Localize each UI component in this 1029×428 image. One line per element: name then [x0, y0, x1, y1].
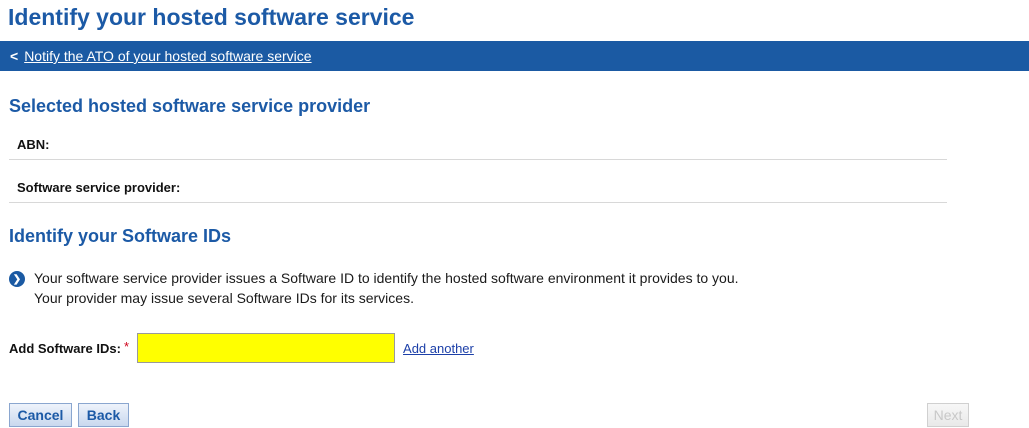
provider-section-title: Selected hosted software service provide…	[9, 96, 371, 116]
provider-label: Software service provider:	[17, 179, 181, 195]
next-button[interactable]: Next	[927, 403, 969, 427]
add-another-link[interactable]: Add another	[403, 341, 474, 356]
add-software-ids-label: Add Software IDs:	[9, 340, 121, 356]
page-title: Identify your hosted software service	[8, 4, 415, 30]
required-marker: *	[123, 338, 130, 354]
info-text-line-2: Your provider may issue several Software…	[34, 290, 414, 306]
abn-label: ABN:	[17, 136, 50, 152]
breadcrumb-bar: < Notify the ATO of your hosted software…	[0, 41, 1029, 71]
software-id-input[interactable]	[137, 333, 396, 363]
chevron-left-icon: <	[10, 48, 19, 64]
info-text-line-1: Your software service provider issues a …	[34, 270, 739, 286]
info-message: ❯ Your software service provider issues …	[9, 268, 969, 308]
info-chevron-icon: ❯	[9, 271, 25, 287]
cancel-button[interactable]: Cancel	[9, 403, 72, 427]
add-software-ids-row: Add Software IDs: * Add another	[9, 333, 474, 363]
back-button[interactable]: Back	[78, 403, 129, 427]
back-to-notify-link[interactable]: Notify the ATO of your hosted software s…	[24, 48, 311, 64]
provider-row: Software service provider:	[9, 172, 947, 203]
software-ids-section-title: Identify your Software IDs	[9, 226, 232, 246]
abn-row: ABN:	[9, 129, 947, 160]
